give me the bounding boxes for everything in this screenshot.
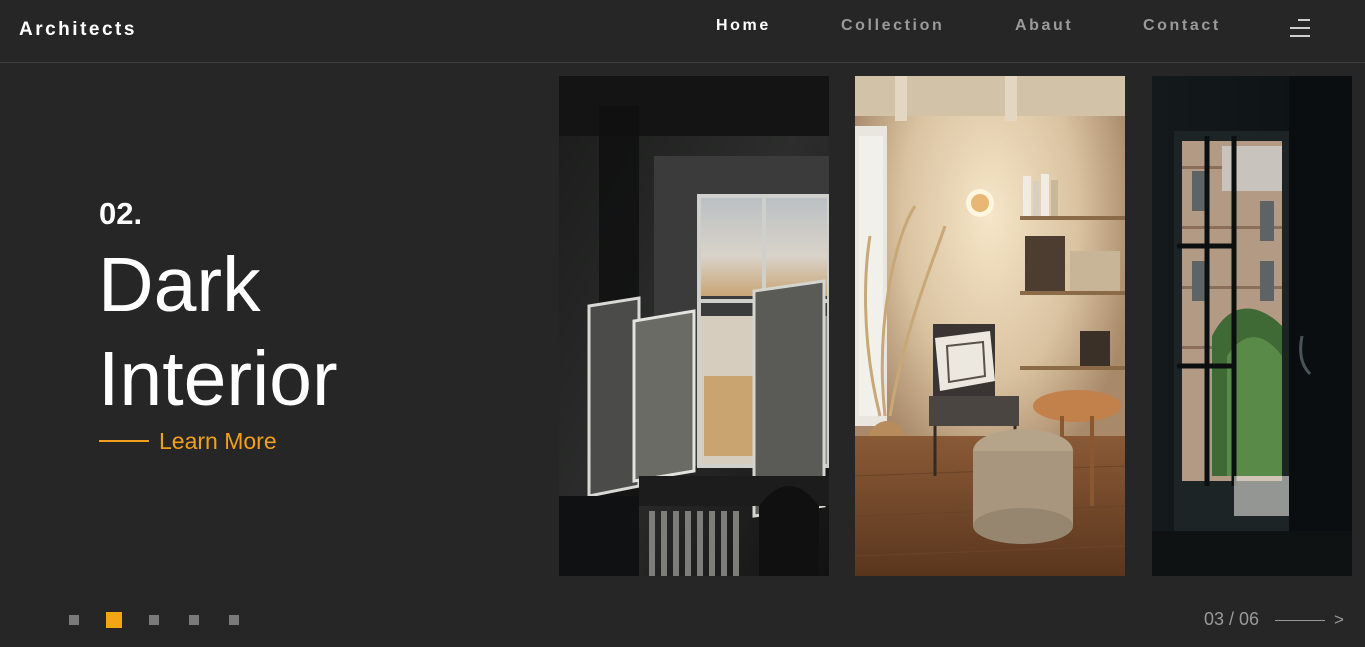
hamburger-menu-icon[interactable] <box>1289 17 1311 39</box>
nav-collection-link[interactable]: Collection <box>841 17 944 35</box>
nav-contact-link[interactable]: Contact <box>1143 17 1221 35</box>
slide-number: 02. <box>99 196 143 231</box>
dark-window-photo <box>559 76 829 576</box>
slide-counter: 03 / 06 <box>1204 609 1260 629</box>
learn-more-link[interactable]: Learn More <box>99 427 277 455</box>
page: Architects Home Collection Abaut Contact… <box>0 0 1365 647</box>
nav-home-link[interactable]: Home <box>716 17 771 35</box>
pagination-dot-4[interactable] <box>189 615 199 625</box>
hero-title-line-1: Dark <box>98 242 261 328</box>
logo[interactable]: Architects <box>19 19 137 41</box>
hero-title: Dark Interior <box>98 238 518 426</box>
hero-title-line-2: Interior <box>98 336 338 422</box>
next-arrow-icon[interactable]: > <box>1334 610 1344 630</box>
pagination-dot-5[interactable] <box>229 615 239 625</box>
nav-about-link[interactable]: Abaut <box>1015 17 1073 35</box>
gallery-card-1[interactable] <box>559 76 829 576</box>
pagination-dot-2-active[interactable] <box>106 612 122 628</box>
dark-doorway-photo <box>1152 76 1352 576</box>
pagination-dot-3[interactable] <box>149 615 159 625</box>
cozy-corner-photo <box>855 76 1125 576</box>
learn-more-label: Learn More <box>159 427 277 454</box>
gallery-card-3[interactable] <box>1152 76 1352 576</box>
counter-divider <box>1275 620 1325 621</box>
gallery-card-2[interactable] <box>855 76 1125 576</box>
header: Architects Home Collection Abaut Contact <box>0 0 1365 63</box>
pagination-dot-1[interactable] <box>69 615 79 625</box>
learn-more-line <box>99 440 149 442</box>
